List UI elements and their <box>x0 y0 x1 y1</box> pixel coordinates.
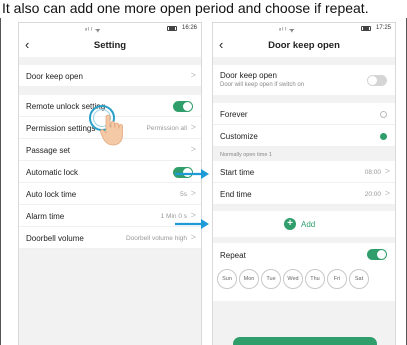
chevron-right-icon: > <box>190 122 196 132</box>
hand-pointer-icon <box>99 114 123 146</box>
status-bar: ᵒˡ ˡ ᯤ 16:26 <box>19 23 201 35</box>
row-value: 08:00 <box>364 169 381 176</box>
row-label: Doorbell volume <box>26 234 84 243</box>
repeat-label: Repeat <box>220 251 246 260</box>
row-value: 5s <box>180 191 187 198</box>
mode-option-customize[interactable]: Customize <box>213 125 395 147</box>
row-automatic-lock: Automatic lock <box>19 161 201 183</box>
page-title: Door keep open <box>268 40 340 51</box>
day-sun[interactable]: Sun <box>217 269 237 289</box>
row-label: Door keep open <box>26 72 83 81</box>
arrow-right-icon <box>175 169 209 179</box>
add-label: Add <box>301 220 316 229</box>
status-bar: ᵒˡ ˡ ᯤ 17:25 <box>213 23 395 35</box>
row-label: Permission settings <box>26 124 96 133</box>
row-value: 20:00 <box>364 191 381 198</box>
row-label: Automatic lock <box>26 168 79 177</box>
row-label: Auto lock time <box>26 190 77 199</box>
page-title: Setting <box>93 40 127 51</box>
row-label: Start time <box>220 168 255 177</box>
row-label: Customize <box>220 132 258 141</box>
nav-bar: ‹ Setting <box>19 35 201 57</box>
row-label: Passage set <box>26 146 71 155</box>
remote-unlock-toggle[interactable] <box>173 101 193 112</box>
day-fri[interactable]: Fri <box>327 269 347 289</box>
row-alarm-time[interactable]: Alarm time 1 Min 0 s > <box>19 205 201 227</box>
phone-settings-screen: ᵒˡ ˡ ᯤ 16:26 ‹ Setting Door keep open > … <box>18 22 202 345</box>
chevron-right-icon: > <box>384 188 390 198</box>
caption: It also can add one more open period and… <box>2 0 369 16</box>
save-button[interactable] <box>233 337 377 345</box>
door-keep-open-toggle[interactable] <box>367 75 387 86</box>
day-mon[interactable]: Mon <box>239 269 259 289</box>
plus-icon: + <box>284 218 296 230</box>
status-time: 16:26 <box>181 25 197 31</box>
repeat-toggle[interactable] <box>367 249 387 260</box>
weekday-selector: Sun Mon Tue Wed Thu Fri Sat <box>217 269 369 289</box>
row-door-keep-open: Door keep open Door will keep open if sw… <box>213 65 395 95</box>
row-label: Forever <box>220 110 248 119</box>
row-label: End time <box>220 190 252 199</box>
row-value: Doorbell volume high <box>125 235 187 242</box>
day-thu[interactable]: Thu <box>305 269 325 289</box>
day-wed[interactable]: Wed <box>283 269 303 289</box>
radio-customize[interactable] <box>380 133 387 140</box>
mode-option-forever[interactable]: Forever <box>213 103 395 125</box>
add-period-button[interactable]: + Add <box>213 211 395 237</box>
row-value: Permission all <box>146 125 187 132</box>
row-doorbell-volume[interactable]: Doorbell volume Doorbell volume high > <box>19 227 201 249</box>
signal-icon: ᵒˡ ˡ ᯤ <box>279 28 295 34</box>
row-label: Alarm time <box>26 212 65 221</box>
row-end-time[interactable]: End time 20:00 > <box>213 183 395 205</box>
row-door-keep-open[interactable]: Door keep open > <box>19 65 201 87</box>
row-label: Door keep open <box>220 71 277 80</box>
row-start-time[interactable]: Start time 08:00 > <box>213 161 395 183</box>
battery-icon <box>361 26 371 31</box>
row-auto-lock-time[interactable]: Auto lock time 5s > <box>19 183 201 205</box>
row-description: Door will keep open if switch on <box>220 82 305 88</box>
phone-door-keep-open-screen: ᵒˡ ˡ ᯤ 17:25 ‹ Door keep open Door keep … <box>212 22 396 345</box>
chevron-right-icon: > <box>190 70 196 80</box>
chevron-right-icon: > <box>190 188 196 198</box>
arrow-right-icon <box>175 219 209 229</box>
repeat-section: Repeat Sun Mon Tue Wed Thu Fri Sat <box>213 243 395 301</box>
section-label: Normally open time 1 <box>213 147 395 161</box>
chevron-right-icon: > <box>384 166 390 176</box>
frame-border-left <box>0 18 1 345</box>
radio-forever[interactable] <box>380 111 387 118</box>
signal-icon: ᵒˡ ˡ ᯤ <box>85 28 101 34</box>
day-sat[interactable]: Sat <box>349 269 369 289</box>
chevron-right-icon: > <box>190 232 196 242</box>
battery-icon <box>167 26 177 31</box>
nav-bar: ‹ Door keep open <box>213 35 395 57</box>
status-time: 17:25 <box>375 25 391 31</box>
day-tue[interactable]: Tue <box>261 269 281 289</box>
chevron-right-icon: > <box>190 144 196 154</box>
